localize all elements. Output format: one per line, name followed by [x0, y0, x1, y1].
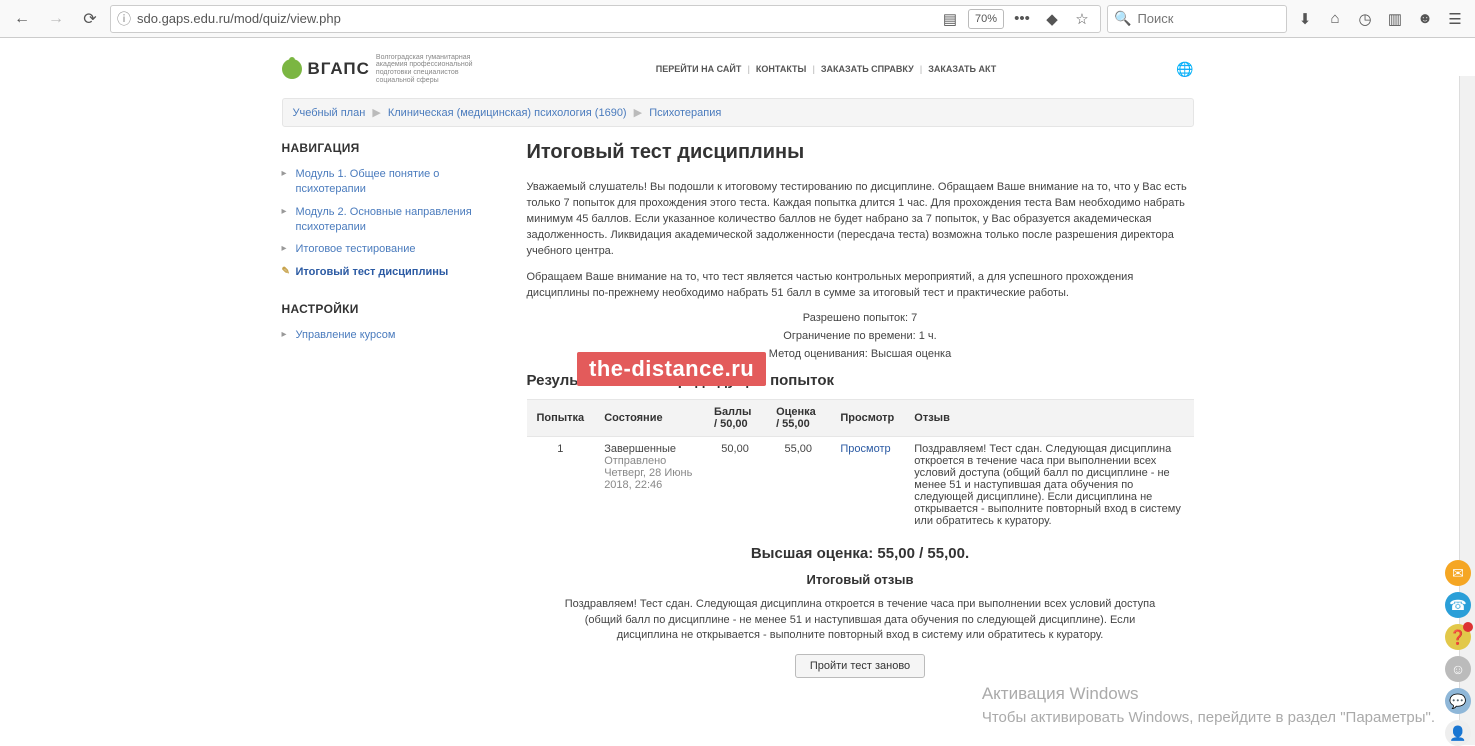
search-icon: 🔍: [1114, 10, 1131, 27]
top-nav: ПЕРЕЙТИ НА САЙТ| КОНТАКТЫ| ЗАКАЗАТЬ СПРА…: [656, 64, 997, 74]
main-content: Итоговый тест дисциплины Уважаемый слуша…: [527, 141, 1194, 696]
intro-paragraph-2: Обращаем Ваше внимание на то, что тест я…: [527, 270, 1194, 302]
bubble-5[interactable]: 💬: [1445, 688, 1471, 714]
top-link-contacts[interactable]: КОНТАКТЫ: [756, 64, 806, 74]
brand-subtitle: Волгоградская гуманитарная академия проф…: [376, 54, 476, 85]
meta-timelimit: Ограничение по времени: 1 ч.: [527, 330, 1194, 342]
menu-icon[interactable]: ☰: [1443, 7, 1467, 31]
language-icon[interactable]: 🌐: [1176, 61, 1193, 78]
nav-heading: НАВИГАЦИЯ: [282, 141, 507, 155]
windows-activation-overlay: Активация Windows Чтобы активировать Win…: [982, 683, 1435, 727]
results-table: Попытка Состояние Баллы / 50,00 Оценка /…: [527, 399, 1194, 533]
meta-attempts: Разрешено попыток: 7: [527, 312, 1194, 324]
url-bar[interactable]: ⓘ ▤ 70% ••• ◆ ☆: [110, 5, 1101, 33]
th-state: Состояние: [594, 399, 704, 436]
th-view: Просмотр: [830, 399, 904, 436]
search-bar[interactable]: 🔍: [1107, 5, 1287, 33]
browser-toolbar: ← → ⟳ ⓘ ▤ 70% ••• ◆ ☆ 🔍 ⬇ ⌂ ◷ ▥ ☻ ☰: [0, 0, 1475, 38]
td-grade: 55,00: [766, 436, 830, 533]
watermark-overlay: the-distance.ru: [577, 352, 766, 386]
final-feedback-heading: Итоговый отзыв: [527, 572, 1194, 587]
settings-item-manage[interactable]: Управление курсом: [282, 324, 507, 347]
sidebar: НАВИГАЦИЯ Модуль 1. Общее понятие о псих…: [282, 141, 507, 696]
back-button[interactable]: ←: [8, 5, 36, 33]
retake-button[interactable]: Пройти тест заново: [795, 654, 925, 678]
settings-heading: НАСТРОЙКИ: [282, 302, 507, 316]
review-link[interactable]: Просмотр: [840, 443, 890, 455]
more-icon[interactable]: •••: [1010, 7, 1034, 31]
page-viewport: ВГАПС Волгоградская гуманитарная академи…: [0, 38, 1475, 745]
home-icon[interactable]: ⌂: [1323, 7, 1347, 31]
th-feedback: Отзыв: [904, 399, 1193, 436]
url-input[interactable]: [137, 11, 938, 26]
final-feedback-text: Поздравляем! Тест сдан. Следующая дисцип…: [527, 597, 1194, 645]
logo-icon: [282, 59, 302, 79]
assistant-bubbles: ✉ ☎ ❓ ☺ 💬 👤: [1445, 560, 1471, 746]
zoom-level[interactable]: 70%: [968, 9, 1004, 29]
nav-item-final-test[interactable]: Итоговый тест дисциплины: [282, 261, 507, 284]
nav-item-final-testing[interactable]: Итоговое тестирование: [282, 238, 507, 261]
td-view: Просмотр: [830, 436, 904, 533]
top-link-order-cert[interactable]: ЗАКАЗАТЬ СПРАВКУ: [821, 64, 914, 74]
page-title: Итоговый тест дисциплины: [527, 141, 1194, 164]
bc-item-program[interactable]: Клиническая (медицинская) психология (16…: [388, 107, 627, 119]
bubble-4[interactable]: ☺: [1445, 656, 1471, 682]
nav-list: Модуль 1. Общее понятие о психотерапии М…: [282, 163, 507, 284]
table-row: 1 Завершенные Отправлено Четверг, 28 Июн…: [527, 436, 1194, 533]
forward-button[interactable]: →: [42, 5, 70, 33]
brand-text: ВГАПС: [308, 59, 370, 79]
th-attempt: Попытка: [527, 399, 595, 436]
td-state: Завершенные Отправлено Четверг, 28 Июнь …: [594, 436, 704, 533]
top-link-order-act[interactable]: ЗАКАЗАТЬ АКТ: [928, 64, 996, 74]
td-points: 50,00: [704, 436, 766, 533]
intro-paragraph-1: Уважаемый слушатель! Вы подошли к итогов…: [527, 180, 1194, 260]
bubble-3-badge[interactable]: ❓: [1445, 624, 1471, 650]
bubble-6[interactable]: 👤: [1445, 720, 1471, 746]
history-icon[interactable]: ◷: [1353, 7, 1377, 31]
search-input[interactable]: [1137, 11, 1313, 26]
breadcrumbs: Учебный план ▶ Клиническая (медицинская)…: [282, 98, 1194, 127]
win-activate-sub: Чтобы активировать Windows, перейдите в …: [982, 708, 1435, 728]
th-points: Баллы / 50,00: [704, 399, 766, 436]
bookmark-icon[interactable]: ☆: [1070, 7, 1094, 31]
downloads-icon[interactable]: ⬇: [1293, 7, 1317, 31]
nav-item-module1[interactable]: Модуль 1. Общее понятие о психотерапии: [282, 163, 507, 201]
top-link-site[interactable]: ПЕРЕЙТИ НА САЙТ: [656, 64, 742, 74]
library-icon[interactable]: ▥: [1383, 7, 1407, 31]
best-grade: Высшая оценка: 55,00 / 55,00.: [527, 545, 1194, 562]
site-header: ВГАПС Волгоградская гуманитарная академи…: [282, 48, 1194, 90]
bubble-2[interactable]: ☎: [1445, 592, 1471, 618]
th-grade: Оценка / 55,00: [766, 399, 830, 436]
pocket-icon[interactable]: ◆: [1040, 7, 1064, 31]
reload-button[interactable]: ⟳: [76, 5, 104, 33]
td-attempt: 1: [527, 436, 595, 533]
info-icon: ⓘ: [117, 9, 131, 29]
td-feedback: Поздравляем! Тест сдан. Следующая дисцип…: [904, 436, 1193, 533]
nav-item-module2[interactable]: Модуль 2. Основные направления психотера…: [282, 201, 507, 239]
bubble-1[interactable]: ✉: [1445, 560, 1471, 586]
win-activate-title: Активация Windows: [982, 683, 1435, 705]
bc-item-plan[interactable]: Учебный план: [293, 107, 366, 119]
logo[interactable]: ВГАПС Волгоградская гуманитарная академи…: [282, 54, 476, 85]
settings-list: Управление курсом: [282, 324, 507, 347]
reader-icon[interactable]: ▤: [938, 7, 962, 31]
bc-item-course[interactable]: Психотерапия: [649, 107, 721, 119]
face-icon[interactable]: ☻: [1413, 7, 1437, 31]
